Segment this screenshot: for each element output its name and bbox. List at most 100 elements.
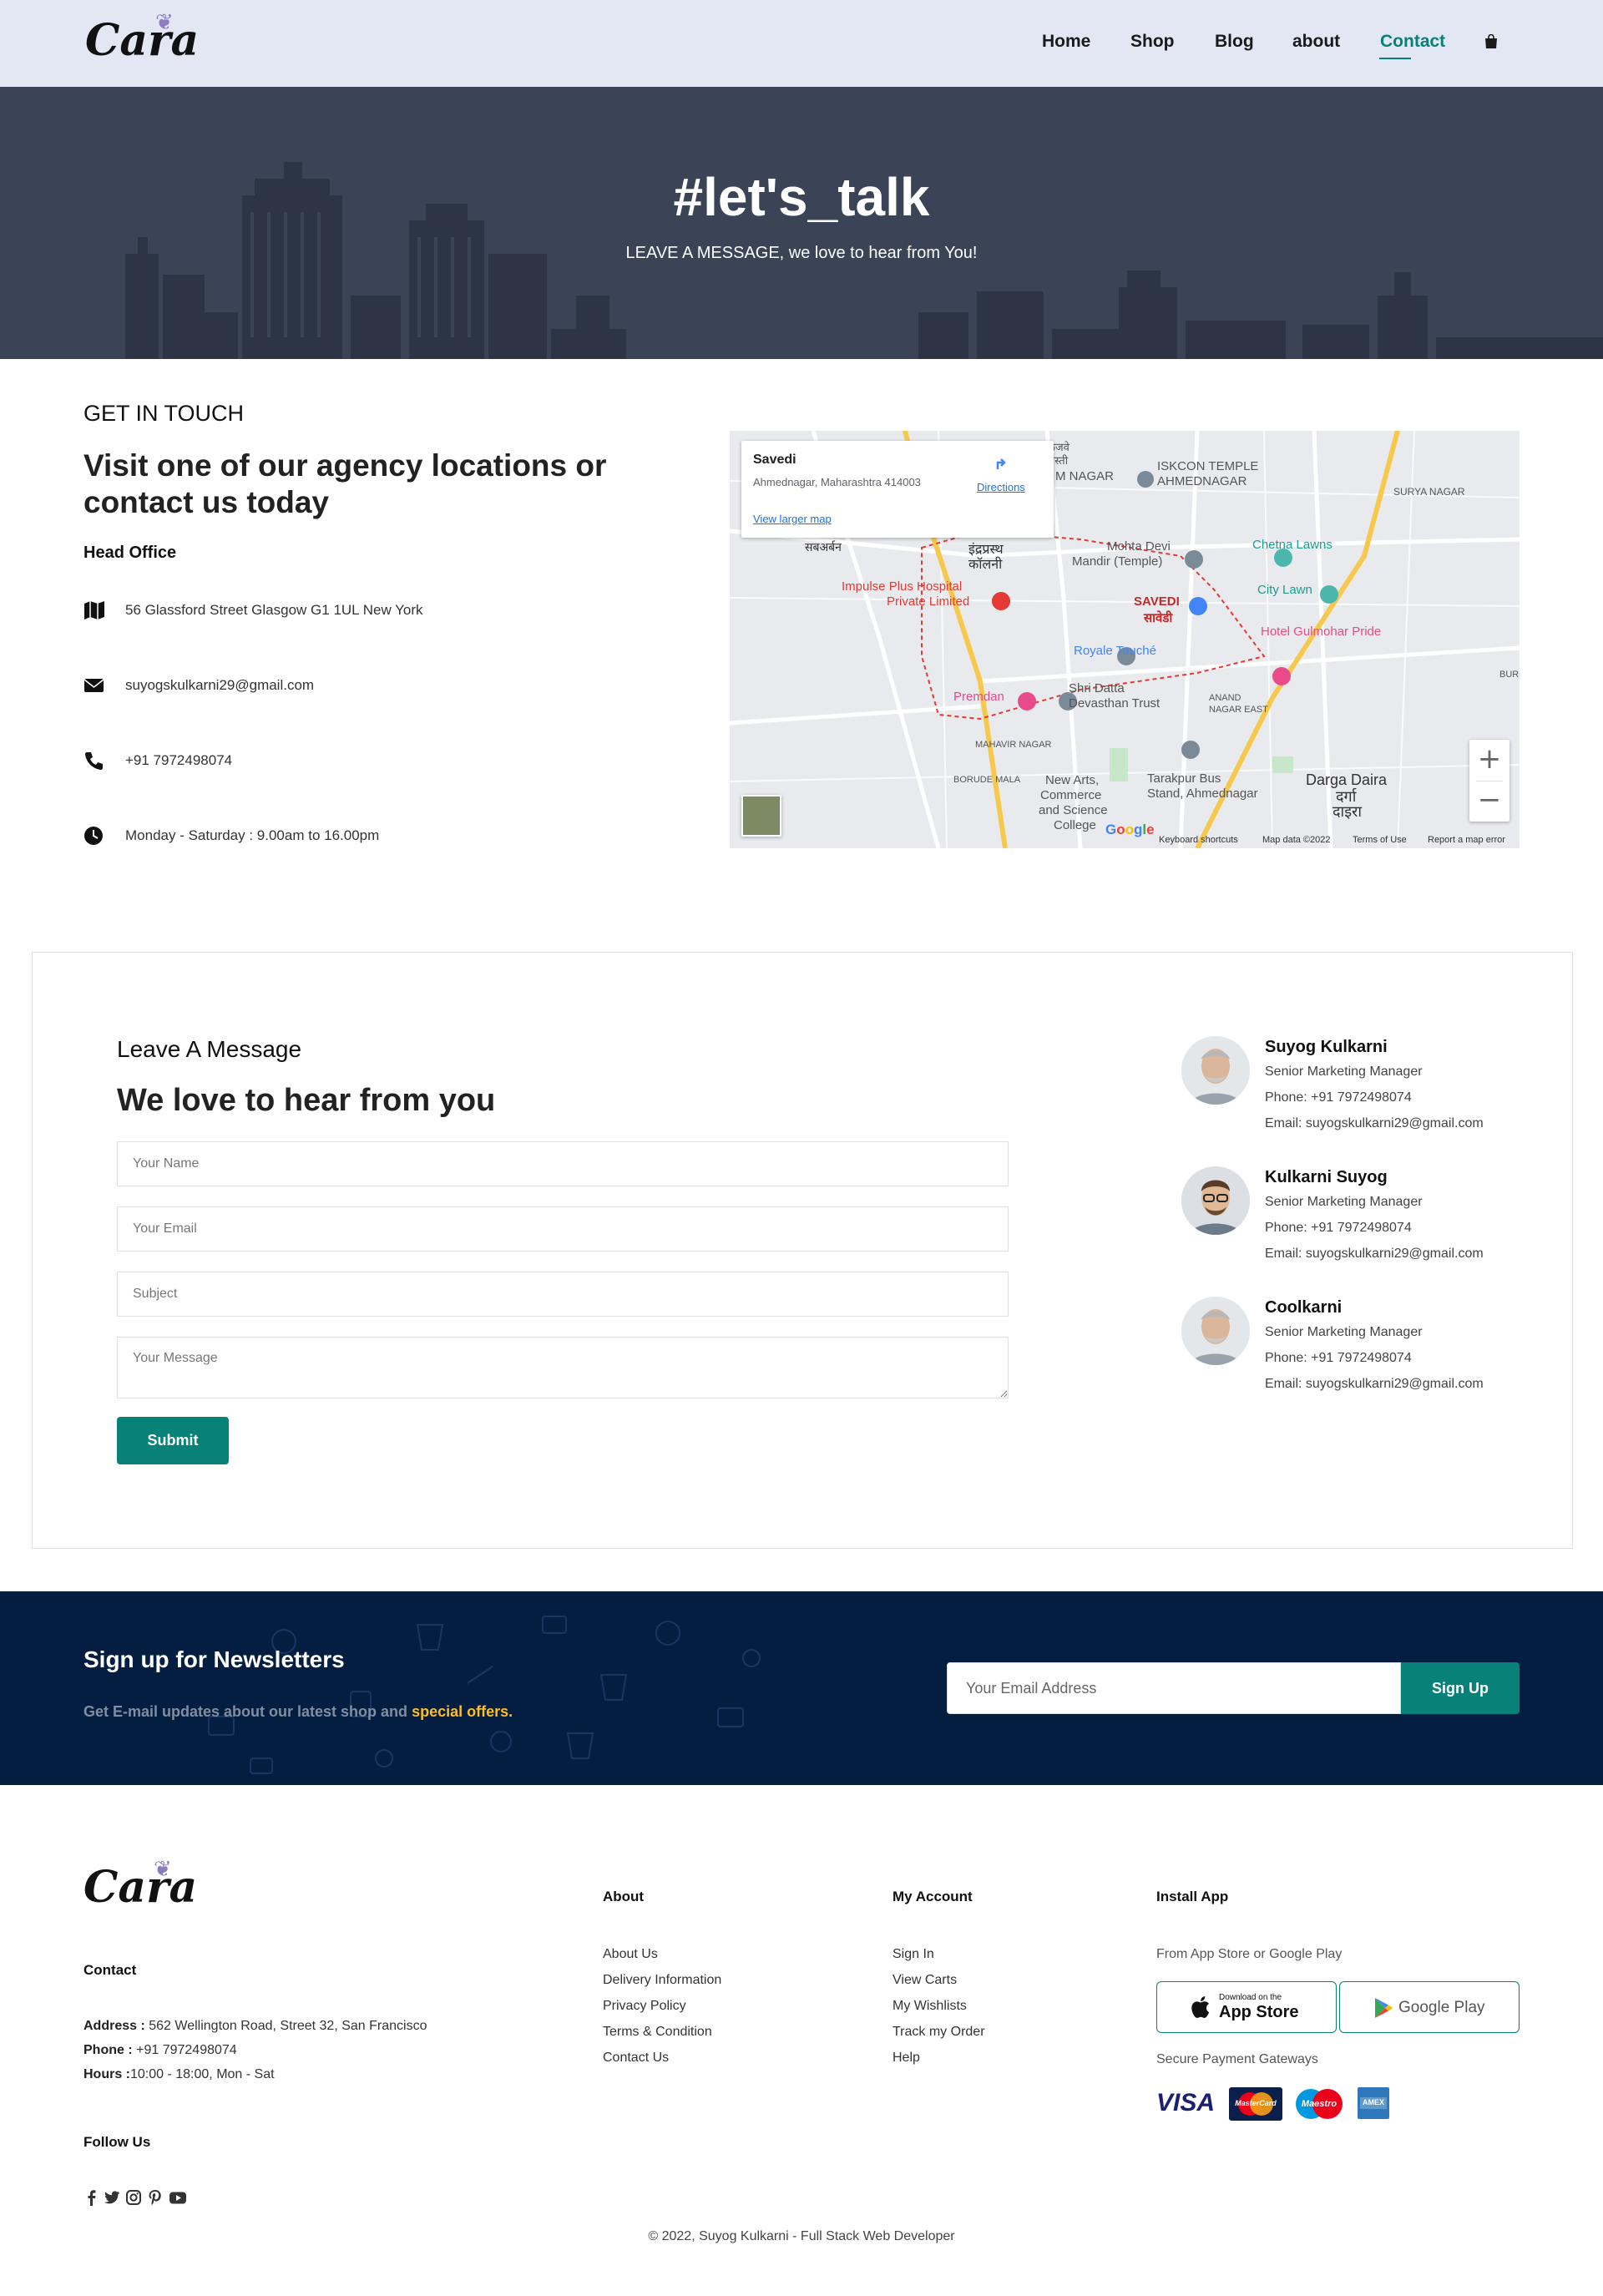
map-label-premdan: Premdan [953, 690, 1004, 704]
nav-shop[interactable]: Shop [1130, 32, 1175, 52]
person-role: Senior Marketing Manager [1265, 1325, 1423, 1339]
zoom-out-button[interactable]: − [1469, 781, 1509, 822]
shopping-bag-icon[interactable] [1484, 34, 1498, 48]
newsletter-email-input[interactable] [947, 1662, 1401, 1714]
copyright-text: © 2022, Suyog Kulkarni - Full Stack Web … [648, 2229, 955, 2243]
footer-link-wishlists[interactable]: My Wishlists [893, 1999, 967, 2014]
zoom-in-button[interactable]: + [1469, 740, 1509, 781]
person-email: Email: suyogskulkarni29@gmail.com [1265, 1116, 1484, 1130]
twitter-icon[interactable] [104, 2189, 120, 2206]
envelope-icon [83, 679, 104, 692]
get-in-touch-label: GET IN TOUCH [83, 401, 245, 426]
keyboard-shortcuts-link[interactable]: Keyboard shortcuts [1159, 835, 1238, 845]
mastercard-icon: MasterCard [1229, 2087, 1282, 2121]
hero-title: #let's_talk [673, 167, 930, 227]
terms-of-use-link[interactable]: Terms of Use [1353, 835, 1407, 845]
map-place-address: Ahmednagar, Maharashtra 414003 [753, 476, 921, 488]
footer-link-help[interactable]: Help [893, 2051, 920, 2066]
directions-icon[interactable] [990, 453, 1012, 474]
map-label-sabarban: सबअर्बन [805, 540, 842, 554]
satellite-toggle-button[interactable] [741, 795, 781, 837]
avatar [1181, 1297, 1250, 1365]
phone-text[interactable]: +91 7972498074 [125, 752, 232, 769]
hero-subtitle: LEAVE A MESSAGE, we love to hear from Yo… [625, 244, 978, 262]
map-icon [84, 601, 104, 620]
footer-logo[interactable]: Cara ❦ [83, 1857, 197, 1913]
nav-home[interactable]: Home [1042, 32, 1090, 52]
google-map-embed[interactable]: ISKCON TEMPLE AHMEDNAGAR SURYA NAGAR M N… [730, 431, 1520, 848]
footer-link-delivery[interactable]: Delivery Information [603, 1973, 721, 1988]
map-label-borude: BORUDE MALA [953, 775, 1021, 785]
map-zoom-controls: + − [1469, 740, 1509, 822]
person-phone: Phone: +91 7972498074 [1265, 1090, 1412, 1105]
footer-link-track-order[interactable]: Track my Order [893, 2025, 985, 2040]
directions-link[interactable]: Directions [977, 481, 1025, 493]
nav-contact[interactable]: Contact [1380, 32, 1445, 52]
map-label-college: College [1054, 818, 1096, 832]
person-phone: Phone: +91 7972498074 [1265, 1221, 1412, 1235]
map-label-newarts: New Arts, [1045, 773, 1100, 787]
footer-link-view-carts[interactable]: View Carts [893, 1973, 957, 1988]
sign-up-button[interactable]: Sign Up [1401, 1662, 1520, 1714]
map-label-gulmohar: Hotel Gulmohar Pride [1261, 625, 1382, 639]
map-label-iskcon: ISKCON TEMPLE [1157, 459, 1259, 473]
email-text[interactable]: suyogskulkarni29@gmail.com [125, 677, 314, 694]
address-text: 56 Glassford Street Glasgow G1 1UL New Y… [125, 602, 423, 618]
nav-blog[interactable]: Blog [1215, 32, 1254, 52]
map-label-bur: BUR [1499, 670, 1520, 680]
youtube-icon[interactable] [169, 2189, 186, 2206]
person-card: Coolkarni Senior Marketing Manager Phone… [1181, 1297, 1532, 1414]
name-input[interactable] [117, 1141, 1009, 1186]
pinterest-icon[interactable] [147, 2189, 164, 2206]
newsletter-section: Sign up for Newsletters Get E-mail updat… [0, 1591, 1603, 1785]
map-label-anand: ANAND [1209, 693, 1241, 703]
special-offers-highlight: special offers. [412, 1703, 513, 1720]
nav-about[interactable]: about [1292, 32, 1340, 52]
submit-button[interactable]: Submit [117, 1417, 229, 1464]
view-larger-map-link[interactable]: View larger map [753, 513, 832, 525]
phone-icon [85, 752, 103, 770]
report-map-error-link[interactable]: Report a map error [1428, 835, 1505, 845]
person-name: Suyog Kulkarni [1265, 1038, 1388, 1056]
map-data-text: Map data ©2022 [1262, 835, 1331, 845]
map-label-stand: Stand, Ahmednagar [1147, 786, 1258, 801]
app-store-label: App Store [1219, 2003, 1299, 2021]
hours-text: Monday - Saturday : 9.00am to 16.00pm [125, 827, 380, 843]
footer-account-title: My Account [893, 1889, 973, 1904]
map-label-science: and Science [1039, 803, 1108, 817]
avatar [1181, 1166, 1250, 1235]
map-label-mohta2: Mandir (Temple) [1072, 554, 1163, 569]
map-label-mohta: Mohta Devi [1107, 539, 1171, 554]
footer-link-privacy[interactable]: Privacy Policy [603, 1999, 686, 2014]
person-name: Kulkarni Suyog [1265, 1168, 1388, 1186]
facebook-icon[interactable] [83, 2189, 100, 2206]
clock-icon [84, 827, 103, 845]
google-play-button[interactable]: Google Play [1339, 1981, 1520, 2033]
map-place-card: Savedi Ahmednagar, Maharashtra 414003 Vi… [741, 441, 1054, 538]
footer-link-sign-in[interactable]: Sign In [893, 1947, 934, 1962]
footer-link-contact[interactable]: Contact Us [603, 2051, 669, 2066]
message-textarea[interactable] [117, 1337, 1009, 1398]
visa-icon: VISA [1156, 2089, 1216, 2116]
footer-link-about-us[interactable]: About Us [603, 1947, 658, 1962]
google-play-label: Google Play [1398, 1999, 1485, 2016]
install-app-subtitle: From App Store or Google Play [1156, 1947, 1343, 1961]
payment-gateways-title: Secure Payment Gateways [1156, 2052, 1318, 2066]
hero-banner: #let's_talk LEAVE A MESSAGE, we love to … [0, 87, 1603, 359]
instagram-icon[interactable] [125, 2189, 142, 2206]
avatar [1181, 1036, 1250, 1105]
map-label-devasthan: Devasthan Trust [1069, 696, 1161, 711]
contact-heading: Visit one of our agency locations or con… [83, 448, 607, 519]
app-store-button[interactable]: Download on the App Store [1156, 1981, 1337, 2033]
main-nav: Home Shop Blog about Contact [0, 32, 1603, 59]
footer-link-terms[interactable]: Terms & Condition [603, 2025, 712, 2040]
maestro-icon: Maestro [1292, 2087, 1346, 2121]
follow-us-title: Follow Us [83, 2134, 151, 2150]
person-role: Senior Marketing Manager [1265, 1195, 1423, 1209]
person-email: Email: suyogskulkarni29@gmail.com [1265, 1377, 1484, 1391]
newsletter-title: Sign up for Newsletters [83, 1646, 345, 1672]
subject-input[interactable] [117, 1272, 1009, 1317]
footer-hours: Hours :10:00 - 18:00, Mon - Sat [83, 2067, 275, 2081]
email-input[interactable] [117, 1206, 1009, 1252]
footer-address: Address : 562 Wellington Road, Street 32… [83, 2019, 427, 2033]
